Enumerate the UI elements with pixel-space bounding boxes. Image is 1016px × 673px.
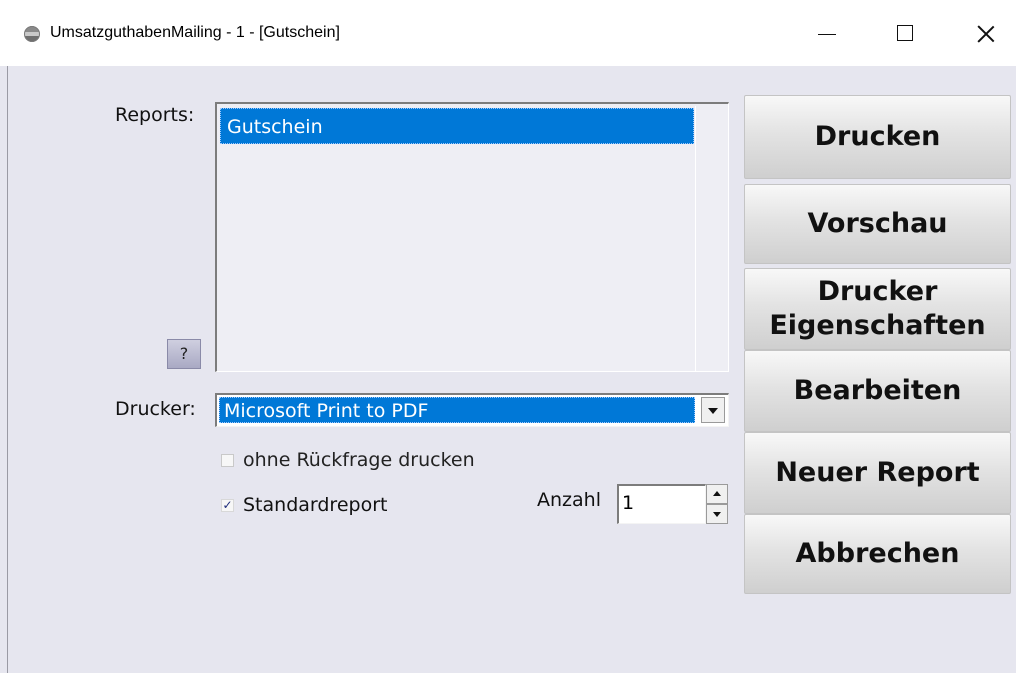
- stepper-up-icon[interactable]: [706, 484, 728, 504]
- neuer-report-button[interactable]: Neuer Report: [744, 432, 1011, 514]
- app-icon: [24, 26, 40, 42]
- chevron-down-icon[interactable]: [701, 397, 725, 423]
- abbrechen-button[interactable]: Abbrechen: [744, 514, 1011, 594]
- listbox-divider: [695, 106, 696, 372]
- bearbeiten-button[interactable]: Bearbeiten: [744, 350, 1011, 432]
- report-item-gutschein[interactable]: Gutschein: [220, 108, 694, 144]
- ohne-rueckfrage-label: ohne Rückfrage drucken: [243, 449, 475, 471]
- anzahl-input[interactable]: 1: [617, 484, 706, 524]
- minimize-button[interactable]: [805, 20, 845, 48]
- help-button[interactable]: ?: [167, 339, 201, 369]
- drucker-eigenschaften-button[interactable]: Drucker Eigenschaften: [744, 268, 1011, 350]
- anzahl-stepper[interactable]: [706, 484, 728, 524]
- standardreport-label: Standardreport: [243, 494, 388, 516]
- window-title: UmsatzguthabenMailing - 1 - [Gutschein]: [50, 24, 340, 41]
- standardreport-checkbox[interactable]: ✓: [221, 499, 234, 512]
- anzahl-label: Anzahl: [537, 489, 601, 511]
- reports-listbox[interactable]: Gutschein: [215, 102, 729, 372]
- close-button[interactable]: [966, 20, 1006, 48]
- stepper-down-icon[interactable]: [706, 504, 728, 524]
- maximize-button[interactable]: [885, 20, 925, 48]
- reports-label: Reports:: [115, 104, 195, 126]
- printer-select[interactable]: Microsoft Print to PDF: [215, 393, 729, 427]
- ohne-rueckfrage-checkbox[interactable]: [221, 454, 234, 467]
- drucken-button[interactable]: Drucken: [744, 95, 1011, 179]
- title-bar: UmsatzguthabenMailing - 1 - [Gutschein]: [0, 0, 1016, 66]
- printer-selected-value: Microsoft Print to PDF: [219, 397, 695, 423]
- vorschau-button[interactable]: Vorschau: [744, 184, 1011, 264]
- printer-label: Drucker:: [115, 398, 196, 420]
- window-border: [7, 66, 8, 673]
